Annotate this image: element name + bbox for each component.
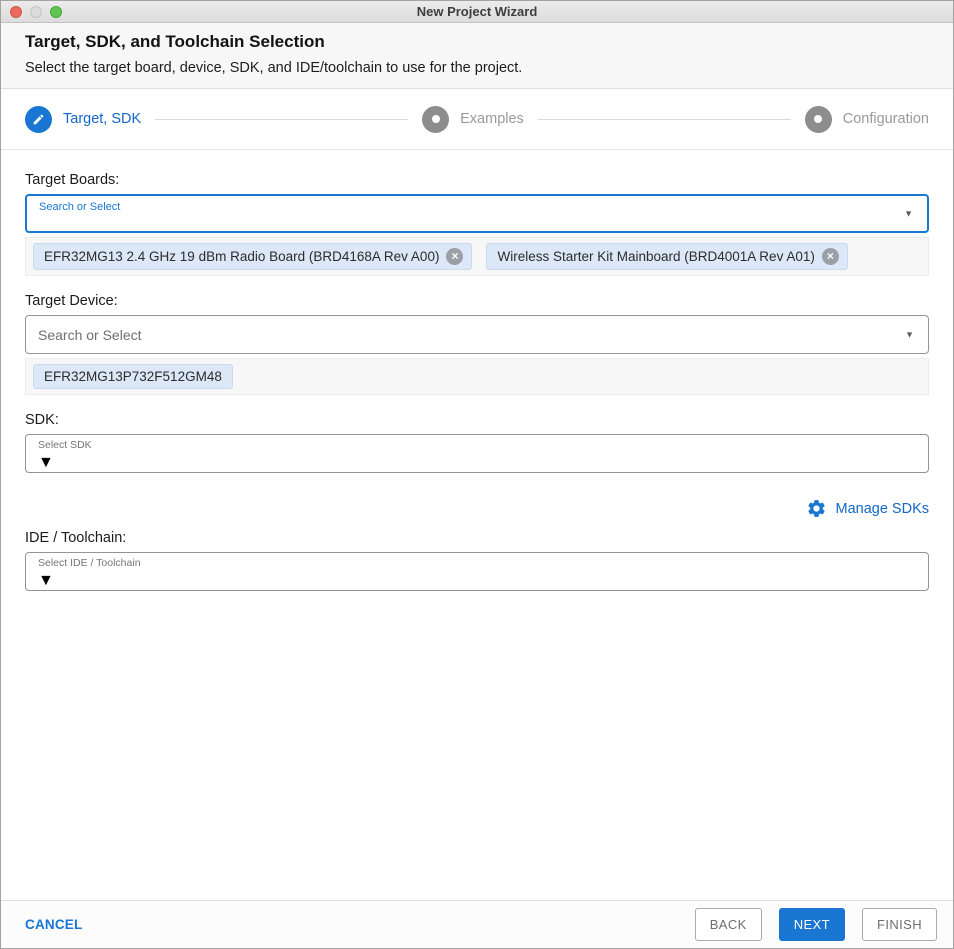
chevron-down-icon[interactable]: ▼ — [38, 454, 894, 472]
zoom-window-icon[interactable] — [50, 6, 62, 18]
chip-label: EFR32MG13 2.4 GHz 19 dBm Radio Board (BR… — [44, 249, 440, 264]
stepper-connector — [537, 118, 791, 120]
new-project-wizard-dialog: New Project Wizard Target, SDK, and Tool… — [0, 0, 954, 949]
step-configuration[interactable]: Configuration — [804, 105, 929, 133]
chevron-down-icon[interactable]: ▼ — [904, 209, 913, 218]
traffic-lights — [10, 6, 62, 18]
sdk-select-label: Select SDK — [38, 439, 92, 451]
next-button[interactable]: NEXT — [778, 908, 845, 941]
window-titlebar[interactable]: New Project Wizard — [1, 1, 953, 23]
chevron-down-icon[interactable]: ▼ — [905, 330, 914, 339]
gear-icon — [806, 498, 827, 519]
sdk-label: SDK: — [25, 412, 59, 428]
close-window-icon[interactable] — [10, 6, 22, 18]
chip-remove-icon[interactable]: × — [821, 248, 839, 265]
footer-buttons: BACK NEXT FINISH — [694, 908, 937, 941]
target-device-chip-row: EFR32MG13P732F512GM48 — [25, 358, 929, 395]
finish-button[interactable]: FINISH — [861, 908, 937, 941]
step-label: Target, SDK — [63, 111, 142, 127]
step-dot-icon — [804, 105, 832, 133]
stepper-connector — [155, 118, 409, 120]
chip-label: Wireless Starter Kit Mainboard (BRD4001A… — [497, 249, 815, 264]
ide-toolchain-select[interactable]: Select IDE / Toolchain Simplicity IDE / … — [25, 552, 929, 591]
target-device-placeholder: Search or Select — [38, 326, 142, 343]
page-subtitle: Select the target board, device, SDK, an… — [25, 60, 523, 76]
wizard-footer: CANCEL BACK NEXT FINISH — [1, 900, 953, 948]
wizard-stepper: Target, SDK Examples Configuration — [1, 89, 953, 150]
pencil-icon — [25, 105, 52, 133]
sdk-select[interactable]: Select SDK Gecko SDK Suite: Amazon, Blue… — [25, 434, 929, 473]
wizard-header: Target, SDK, and Toolchain Selection Sel… — [1, 23, 953, 89]
ide-toolchain-label: IDE / Toolchain: — [25, 530, 127, 546]
chip-remove-icon[interactable]: × — [446, 248, 464, 265]
board-chip[interactable]: Wireless Starter Kit Mainboard (BRD4001A… — [486, 243, 848, 270]
step-target-sdk[interactable]: Target, SDK — [25, 105, 142, 133]
cancel-button[interactable]: CANCEL — [25, 917, 82, 932]
back-button[interactable]: BACK — [694, 908, 762, 941]
target-boards-placeholder: Search or Select — [39, 201, 121, 213]
target-device-search-input[interactable]: Search or Select ▼ — [25, 315, 929, 354]
chevron-down-icon[interactable]: ▼ — [38, 572, 894, 590]
step-label: Configuration — [842, 111, 929, 127]
target-device-label: Target Device: — [25, 293, 118, 309]
target-boards-search-input[interactable]: Search or Select ▼ — [25, 194, 929, 233]
step-examples[interactable]: Examples — [422, 105, 524, 133]
manage-sdks-label: Manage SDKs — [835, 500, 930, 517]
manage-sdks-button[interactable]: Manage SDKs — [25, 498, 929, 519]
step-label: Examples — [460, 111, 524, 127]
minimize-window-icon — [30, 6, 42, 18]
board-chip[interactable]: EFR32MG13 2.4 GHz 19 dBm Radio Board (BR… — [33, 243, 473, 270]
wizard-content: Target Boards: Search or Select ▼ EFR32M… — [1, 150, 953, 900]
window-title: New Project Wizard — [416, 4, 538, 19]
step-dot-icon — [422, 105, 450, 133]
page-title: Target, SDK, and Toolchain Selection — [25, 32, 325, 51]
device-chip[interactable]: EFR32MG13P732F512GM48 — [33, 364, 233, 389]
target-boards-label: Target Boards: — [25, 172, 120, 188]
chip-label: EFR32MG13P732F512GM48 — [44, 369, 222, 384]
target-boards-chip-row: EFR32MG13 2.4 GHz 19 dBm Radio Board (BR… — [25, 237, 929, 276]
ide-toolchain-select-label: Select IDE / Toolchain — [38, 557, 141, 569]
